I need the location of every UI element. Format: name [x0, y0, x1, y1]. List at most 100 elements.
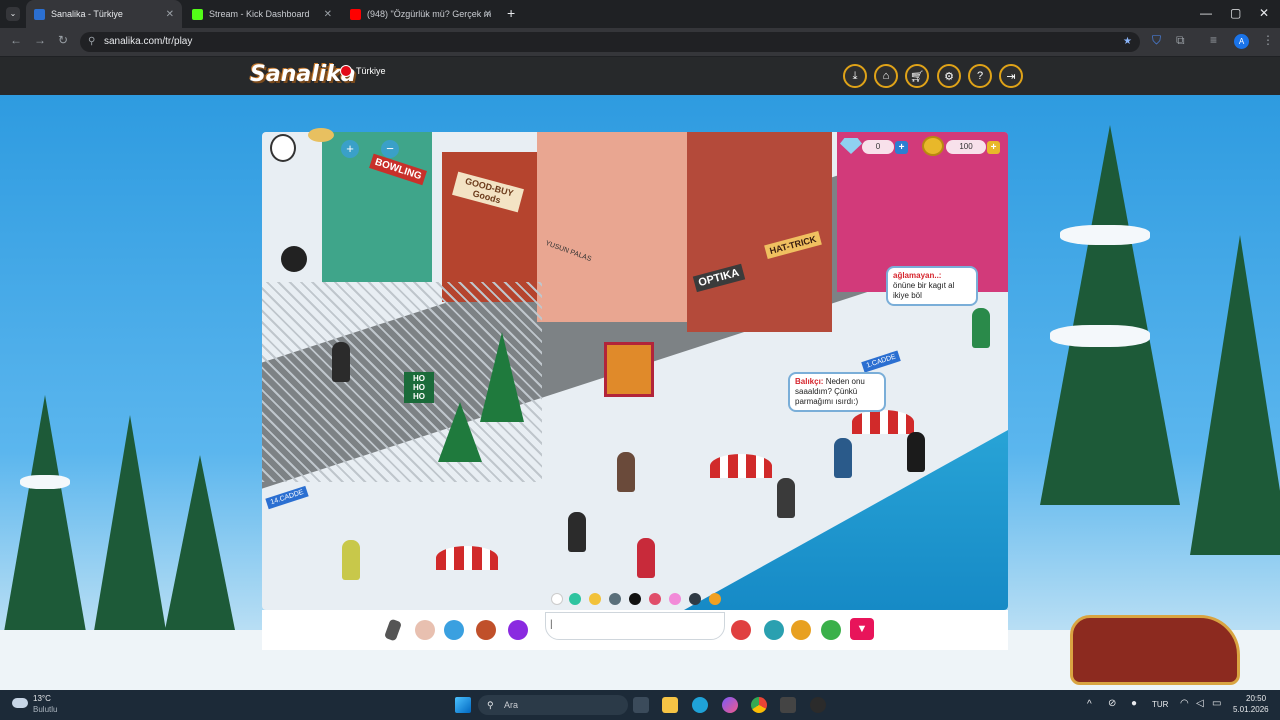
close-tab-icon[interactable]: ✕ [484, 9, 492, 20]
color-swatch-pink[interactable] [669, 593, 681, 605]
home-icon[interactable]: ⌂ [874, 64, 898, 88]
tab-title: Stream - Kick Dashboard [209, 9, 310, 19]
avatar[interactable] [617, 452, 635, 492]
food-icon[interactable] [308, 128, 334, 142]
download-icon[interactable]: ⤓ [843, 64, 867, 88]
avatar[interactable] [332, 342, 350, 382]
island-icon[interactable] [821, 620, 841, 640]
new-tab-button[interactable]: + [507, 5, 515, 21]
hoho-sign: HO HO HO [404, 372, 434, 403]
christmas-tree-decoration [480, 332, 524, 422]
forward-icon[interactable]: → [34, 33, 46, 47]
avatar[interactable] [777, 478, 795, 518]
url-field[interactable]: ⚲ sanalika.com/tr/play ★ [80, 32, 1140, 52]
maximize-icon[interactable]: ▢ [1230, 6, 1241, 20]
copilot-icon[interactable] [722, 697, 738, 713]
dance-icon[interactable] [444, 620, 464, 640]
diamond-counter: 0 [862, 140, 894, 154]
browser-tab-bar: ⌄ Sanalika - Türkiye ✕ Stream - Kick Das… [0, 0, 1280, 28]
file-explorer-icon[interactable] [662, 697, 678, 713]
language-indicator[interactable]: TUR [1152, 700, 1168, 709]
avatar[interactable] [907, 432, 925, 472]
help-icon[interactable]: ? [968, 64, 992, 88]
color-swatch-dark[interactable] [689, 593, 701, 605]
pine-tree-decoration [1190, 235, 1280, 555]
chat-bubble-icon[interactable] [731, 620, 751, 640]
reload-icon[interactable]: ↻ [58, 33, 68, 47]
tab-title: Sanalika - Türkiye [51, 9, 123, 19]
tab-youtube[interactable]: (948) "Özgürlük mü? Gerçek m ✕ [342, 0, 500, 28]
extensions-icon[interactable]: ⧉ [1176, 33, 1185, 48]
cart-icon[interactable]: 🛒︎ [905, 64, 929, 88]
logout-icon[interactable]: ⇥ [999, 64, 1023, 88]
avatar[interactable] [637, 538, 655, 578]
game-viewport[interactable]: BOWLING GOOD-BUY Goods YUSUN PALAS OPTIK… [262, 132, 1008, 610]
volume-icon[interactable]: ◁ [1196, 698, 1204, 709]
profile-avatar[interactable]: A [1234, 34, 1249, 49]
edge-icon[interactable] [692, 697, 708, 713]
app-icon[interactable] [780, 697, 796, 713]
close-window-icon[interactable]: ✕ [1259, 6, 1269, 20]
back-icon[interactable]: ← [10, 33, 22, 47]
zoom-in-icon[interactable]: + [341, 140, 359, 158]
language-selector[interactable]: Türkiye [340, 65, 386, 77]
taskbar-search[interactable]: ⚲ Ara [478, 695, 628, 715]
menu-dots-icon[interactable]: ⋮ [1262, 33, 1274, 47]
youtube-favicon-icon [350, 8, 361, 20]
color-swatch-white[interactable] [551, 593, 563, 605]
emote-icon[interactable] [415, 620, 435, 640]
avatar[interactable] [972, 308, 990, 348]
battery-icon[interactable]: ▭ [1212, 698, 1221, 709]
trophy-icon[interactable] [791, 620, 811, 640]
chat-bubble-2: Balıkçı: Neden onu saaaldım? Çünkü parma… [788, 372, 886, 412]
minimize-icon[interactable]: — [1200, 6, 1212, 20]
color-swatch-yellow[interactable] [589, 593, 601, 605]
gift-icon[interactable] [476, 620, 496, 640]
task-view-icon[interactable] [633, 697, 649, 713]
shield-extension-icon[interactable]: ⛉ [1152, 33, 1161, 48]
color-swatch-gray[interactable] [609, 593, 621, 605]
umbrella-decoration [436, 546, 498, 570]
url-text: sanalika.com/tr/play [104, 36, 193, 47]
tray-chevron-icon[interactable]: ^ [1087, 699, 1092, 710]
start-icon[interactable] [455, 697, 471, 713]
close-tab-icon[interactable]: ✕ [166, 9, 174, 20]
site-info-icon[interactable]: ⚲ [88, 32, 95, 52]
clock-time[interactable]: 20:50 [1246, 694, 1266, 703]
gear-icon[interactable]: ⚙ [937, 64, 961, 88]
media-icon[interactable]: ≡ [1210, 33, 1217, 47]
bookmark-star-icon[interactable]: ★ [1123, 32, 1132, 52]
tab-kick[interactable]: Stream - Kick Dashboard ✕ [184, 0, 340, 28]
avatar[interactable] [342, 540, 360, 580]
chat-bubble-text: önüne bir kagıt al ikiye böl [893, 281, 955, 300]
chrome-icon[interactable] [751, 697, 767, 713]
network-off-icon[interactable]: ⊘ [1108, 698, 1116, 709]
action-icon[interactable] [508, 620, 528, 640]
weather-icon[interactable] [12, 698, 28, 708]
color-swatch-black[interactable] [629, 593, 641, 605]
add-diamonds-button[interactable]: + [895, 141, 908, 154]
color-swatch-red[interactable] [649, 593, 661, 605]
player-avatar-icon[interactable] [270, 134, 296, 162]
color-swatch-orange[interactable] [709, 593, 721, 605]
weather-temp: 13°C [33, 694, 51, 703]
add-coins-button[interactable]: + [987, 141, 1000, 154]
microphone-icon[interactable]: ● [1131, 698, 1137, 709]
chat-input[interactable]: | [545, 612, 725, 640]
zoom-out-icon[interactable]: − [381, 140, 399, 158]
street-sign-14: 14.CADDE [265, 485, 309, 510]
close-tab-icon[interactable]: ✕ [324, 9, 332, 20]
snow-decoration [1050, 325, 1150, 347]
avatar[interactable] [568, 512, 586, 552]
snow-decoration [20, 475, 70, 489]
tab-search-button[interactable]: ⌄ [6, 7, 20, 21]
friends-icon[interactable] [764, 620, 784, 640]
avatar[interactable] [834, 438, 852, 478]
menu-triangle-icon[interactable]: ▼ [850, 618, 874, 640]
wifi-icon[interactable]: ◠ [1180, 698, 1189, 709]
color-swatch-teal[interactable] [569, 593, 581, 605]
app-icon-2[interactable] [810, 697, 826, 713]
mask-icon[interactable] [281, 246, 307, 272]
clock-date[interactable]: 5.01.2026 [1233, 705, 1269, 714]
tab-sanalika[interactable]: Sanalika - Türkiye ✕ [26, 0, 182, 28]
